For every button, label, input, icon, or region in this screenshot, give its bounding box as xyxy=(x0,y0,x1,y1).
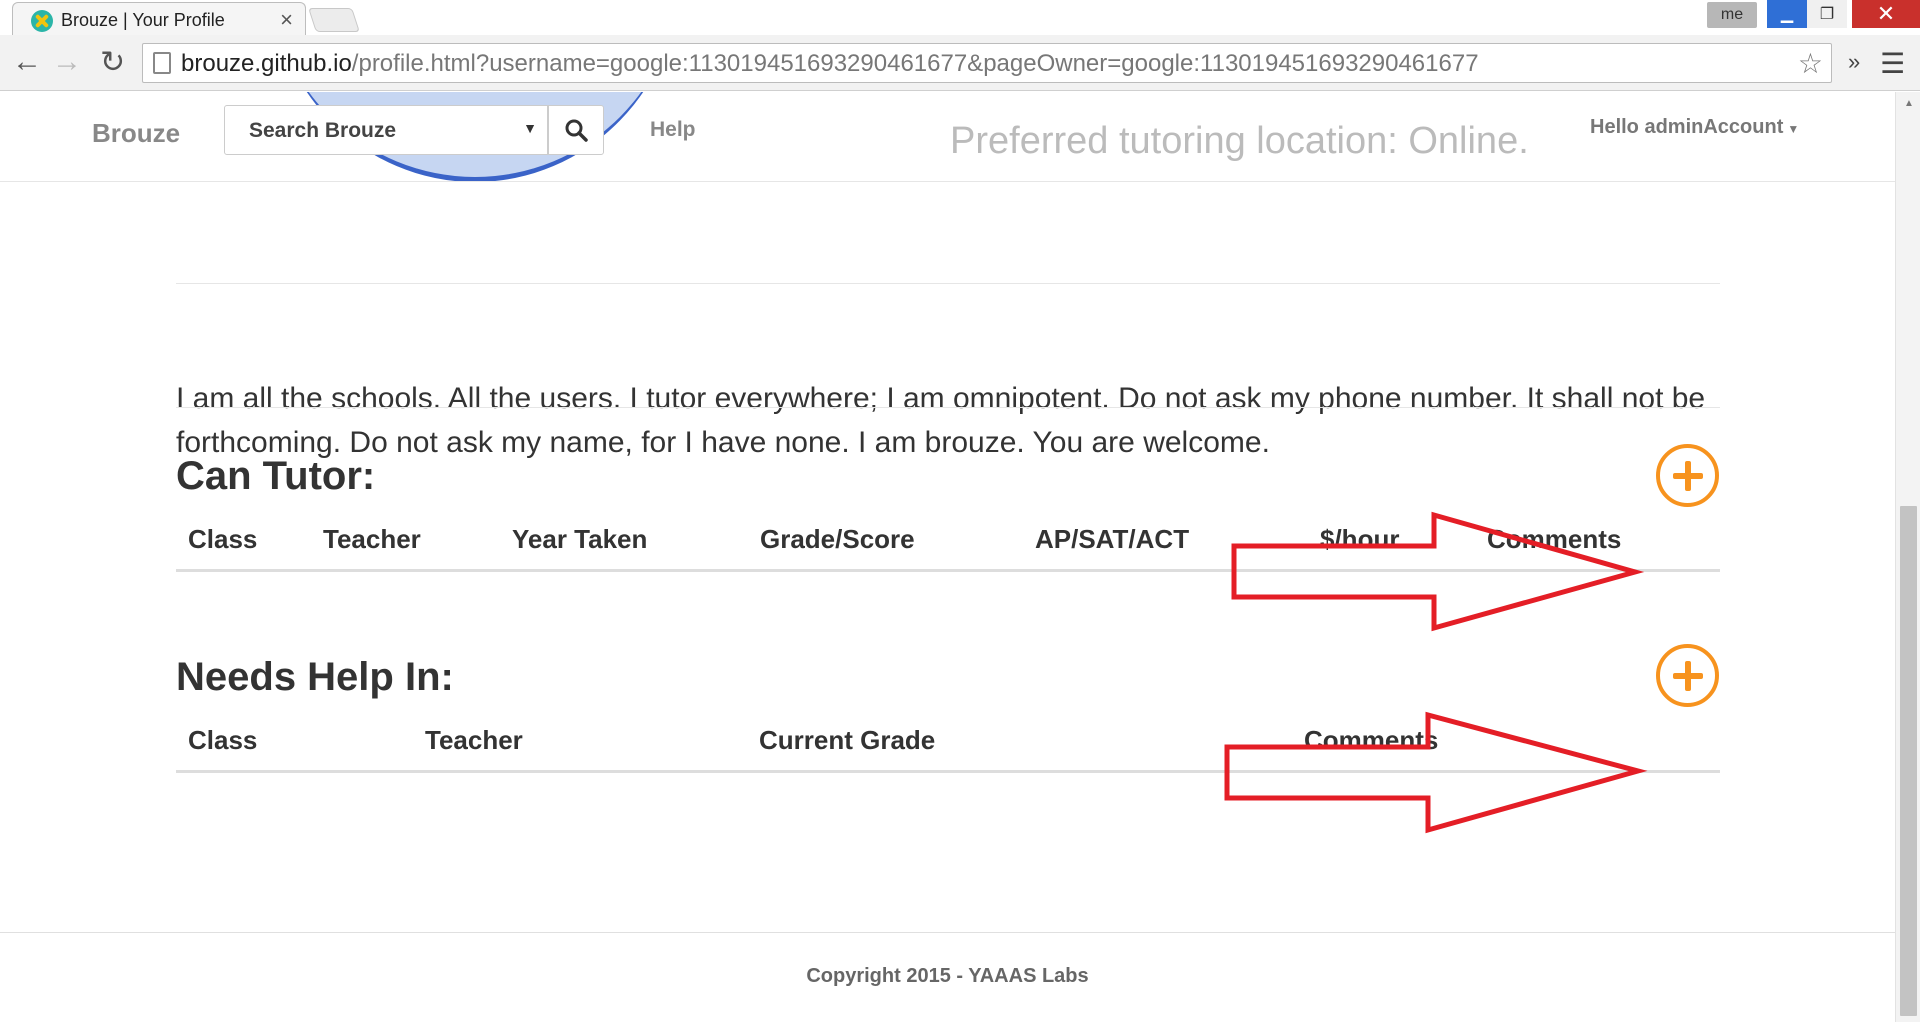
reload-icon[interactable]: ↻ xyxy=(100,45,125,80)
divider xyxy=(176,407,1720,408)
column-header: Teacher xyxy=(323,524,421,554)
copyright-text: Copyright 2015 - YAAAS Labs xyxy=(806,965,1089,987)
tab-close-icon[interactable]: × xyxy=(280,7,293,33)
column-header: Grade/Score xyxy=(760,524,915,554)
search-icon xyxy=(565,119,588,142)
footer-divider xyxy=(0,932,1895,933)
browser-toolbar: ← → ↻ brouze.github.io/profile.html?user… xyxy=(0,35,1920,91)
preferred-location-text: Preferred tutoring location: Online. xyxy=(950,120,1529,162)
column-header: Class xyxy=(188,725,258,755)
vertical-scrollbar[interactable]: ▲ xyxy=(1895,92,1920,1022)
profile-bio: I am all the schools. All the users. I t… xyxy=(176,382,1706,459)
account-greeting: Hello adminAccount xyxy=(1590,116,1784,138)
forward-arrow-icon[interactable]: → xyxy=(52,45,82,79)
url-text[interactable]: brouze.github.io/profile.html?username=g… xyxy=(181,50,1479,78)
maximize-button[interactable]: ❐ xyxy=(1807,0,1847,28)
minimize-button[interactable]: ▁ xyxy=(1767,0,1807,28)
search-button[interactable] xyxy=(548,105,604,155)
address-bar[interactable]: brouze.github.io/profile.html?username=g… xyxy=(142,43,1832,83)
column-header: Class xyxy=(188,524,258,554)
column-header: Current Grade xyxy=(759,725,936,755)
brouze-favicon-icon xyxy=(31,10,53,32)
red-arrow-annotation xyxy=(1224,711,1648,834)
close-window-button[interactable]: ✕ xyxy=(1852,0,1920,28)
page-viewport: Brouze Search Brouze ▼ Help Preferred tu… xyxy=(0,92,1895,1022)
profile-button[interactable]: me xyxy=(1707,2,1757,28)
chrome-menu-icon[interactable]: ☰ xyxy=(1880,47,1905,80)
column-header: Year Taken xyxy=(512,524,648,554)
account-dropdown[interactable]: Hello adminAccount ▼ xyxy=(1590,116,1799,139)
help-link[interactable]: Help xyxy=(650,118,696,142)
browser-tab[interactable]: Brouze | Your Profile × xyxy=(12,2,306,36)
browser-titlebar: Brouze | Your Profile × me ▁ ❐ ✕ xyxy=(0,0,1920,36)
column-header: Teacher xyxy=(425,725,523,755)
tab-title: Brouze | Your Profile xyxy=(61,10,225,30)
back-arrow-icon[interactable]: ← xyxy=(12,45,42,79)
caret-down-icon: ▼ xyxy=(1787,122,1800,136)
scroll-up-icon[interactable]: ▲ xyxy=(1904,98,1914,109)
new-tab-button[interactable] xyxy=(308,8,360,32)
column-header: AP/SAT/ACT xyxy=(1035,524,1190,554)
page-icon xyxy=(153,52,171,74)
url-host: brouze.github.io xyxy=(181,50,352,77)
add-can-tutor-button[interactable] xyxy=(1656,444,1719,507)
divider xyxy=(176,283,1720,284)
site-navbar: Brouze Search Brouze ▼ Help Preferred tu… xyxy=(0,92,1895,182)
plus-icon xyxy=(1672,660,1703,691)
search-label: Search Brouze xyxy=(249,119,397,142)
url-path: /profile.html?username=google:1130194516… xyxy=(351,50,1479,77)
red-arrow-annotation xyxy=(1231,511,1645,632)
plus-icon xyxy=(1672,460,1703,491)
brand-link[interactable]: Brouze xyxy=(92,118,180,149)
can-tutor-title: Can Tutor: xyxy=(176,454,376,498)
scrollbar-thumb[interactable] xyxy=(1900,506,1917,1016)
caret-down-icon: ▼ xyxy=(523,120,537,136)
search-dropdown[interactable]: Search Brouze ▼ xyxy=(224,105,548,155)
bookmark-star-icon[interactable]: ☆ xyxy=(1798,47,1823,80)
extensions-overflow-icon[interactable]: » xyxy=(1848,49,1860,75)
add-needs-help-button[interactable] xyxy=(1656,644,1719,707)
needs-help-title: Needs Help In: xyxy=(176,655,454,699)
